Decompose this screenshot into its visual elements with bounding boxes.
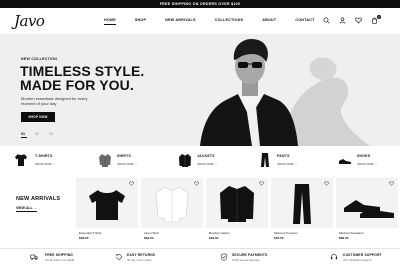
features-bar: FREE SHIPPING On all orders over $100 EA… [0,248,400,267]
category-name: SHIRTS [117,154,132,158]
announcement-text: FREE SHIPPING ON ORDERS OVER $100 [159,2,241,6]
category-link[interactable]: SHOP NOW → [117,162,137,166]
product-price: $59.00 [144,236,154,240]
product-card[interactable]: Minimal Sneakers $89.00 [336,178,398,244]
category-shirts[interactable]: SHIRTS SHOP NOW → [80,146,160,176]
product-card[interactable]: Tailored Trousers $79.00 [271,178,333,244]
cart-count-badge: 0 [377,15,381,19]
slide-1[interactable]: 01 [21,132,27,138]
feature-title: SECURE PAYMENTS [232,253,268,257]
hero-title: TIMELESS STYLE. MADE FOR YOU. [20,64,180,92]
category-link[interactable]: SHOP NOW → [197,162,217,166]
nav-home[interactable]: HOME [104,18,116,25]
nav-contact[interactable]: CONTACT [295,18,314,22]
product-card[interactable]: Essential T-Shirt $39.00 [76,178,138,244]
product-name[interactable]: Tailored Trousers [274,231,298,235]
hero-title-line-2: MADE FOR YOU. [20,77,134,93]
headset-icon [330,254,338,260]
truck-icon [30,254,38,260]
heart-icon[interactable] [355,17,362,24]
hero-title-line-1: TIMELESS STYLE. [20,63,145,79]
product-name[interactable]: Linen Shirt [144,231,159,235]
jacket-icon [179,154,191,167]
feature-subtitle: 24/7 dedicated support [343,258,372,262]
feature-title: CUSTOMER SUPPORT [343,253,382,257]
feature-support: CUSTOMER SUPPORT 24/7 dedicated support [300,249,400,267]
product-list: Essential T-Shirt $39.00 Linen Shirt $59… [76,178,398,244]
product-name[interactable]: Bomber Jacket [209,231,230,235]
heart-icon[interactable] [194,181,199,186]
feature-subtitle: On all orders over $100 [45,258,75,262]
category-name: JACKETS [197,154,215,158]
product-card[interactable]: Bomber Jacket $99.00 [206,178,268,244]
shirt-icon [99,154,111,167]
nav-shop[interactable]: SHOP [135,18,146,22]
category-name: SHOES [357,154,371,158]
product-image[interactable] [206,178,268,228]
slide-2[interactable]: 02 [35,132,39,136]
nav-about[interactable]: ABOUT [262,18,276,22]
product-card[interactable]: Linen Shirt $59.00 [141,178,203,244]
site-header: Javo HOME SHOP NEW ARRIVALS COLLECTIONS … [0,8,400,34]
feature-shipping: FREE SHIPPING On all orders over $100 [0,249,100,267]
category-shoes[interactable]: SHOES SHOP NOW → [320,146,400,176]
feature-title: EASY RETURNS [127,253,156,257]
header-actions: 0 [323,15,381,24]
heart-icon[interactable] [259,181,264,186]
product-name[interactable]: Essential T-Shirt [79,231,101,235]
feature-title: FREE SHIPPING [45,253,74,257]
category-tshirts[interactable]: T-SHIRTS SHOP NOW → [0,146,80,176]
feature-subtitle: 30-day return policy [127,258,152,262]
product-image[interactable] [271,178,333,228]
category-link[interactable]: SHOP NOW → [35,162,55,166]
category-pants[interactable]: PANTS SHOP NOW → [240,146,320,176]
pants-icon [261,153,269,167]
category-strip: T-SHIRTS SHOP NOW → SHIRTS SHOP NOW → JA… [0,146,400,176]
shield-icon [220,253,228,261]
product-image[interactable] [141,178,203,228]
hero-banner: NEW COLLECTION TIMELESS STYLE. MADE FOR … [0,34,400,146]
hero-model-image [200,38,370,146]
heart-icon[interactable] [389,181,394,186]
tshirt-icon [15,154,27,166]
hero-subtitle: Modern essentials designed for every mom… [21,96,88,106]
section-title: NEW ARRIVALS [16,196,61,202]
search-icon[interactable] [323,17,330,24]
view-all-link[interactable]: VIEW ALL → [16,206,37,212]
product-price: $79.00 [274,236,284,240]
category-name: T-SHIRTS [35,154,53,158]
new-arrivals-section: NEW ARRIVALS VIEW ALL → Essential T-Shir… [0,176,400,248]
product-image[interactable] [336,178,398,228]
category-name: PANTS [277,154,290,158]
nav-new-arrivals[interactable]: NEW ARRIVALS [165,18,195,22]
heart-icon[interactable] [129,181,134,186]
slide-3[interactable]: 03 [49,132,53,136]
product-name[interactable]: Minimal Sneakers [339,231,364,235]
feature-subtitle: 100% secure payment [232,258,260,262]
slide-pagination: 01 02 03 [21,132,53,138]
shoe-icon [339,159,351,164]
nav-collections[interactable]: COLLECTIONS [215,18,244,22]
category-link[interactable]: SHOP NOW → [357,162,377,166]
user-icon[interactable] [339,17,346,24]
feature-secure: SECURE PAYMENTS 100% secure payment [200,249,300,267]
logo[interactable]: Javo [14,12,45,30]
product-image[interactable] [76,178,138,228]
heart-icon[interactable] [324,181,329,186]
product-price: $39.00 [79,236,89,240]
return-icon [116,253,122,260]
hero-eyebrow: NEW COLLECTION [21,57,58,61]
feature-returns: EASY RETURNS 30-day return policy [100,249,200,267]
product-price: $89.00 [339,236,349,240]
cart-button[interactable]: 0 [371,15,381,24]
category-jackets[interactable]: JACKETS SHOP NOW → [160,146,240,176]
product-price: $99.00 [209,236,219,240]
announcement-bar: FREE SHIPPING ON ORDERS OVER $100 [0,0,400,8]
shop-now-button[interactable]: SHOP NOW [21,112,55,122]
category-link[interactable]: SHOP NOW → [277,162,297,166]
main-nav: HOME SHOP NEW ARRIVALS COLLECTIONS ABOUT… [104,18,334,25]
